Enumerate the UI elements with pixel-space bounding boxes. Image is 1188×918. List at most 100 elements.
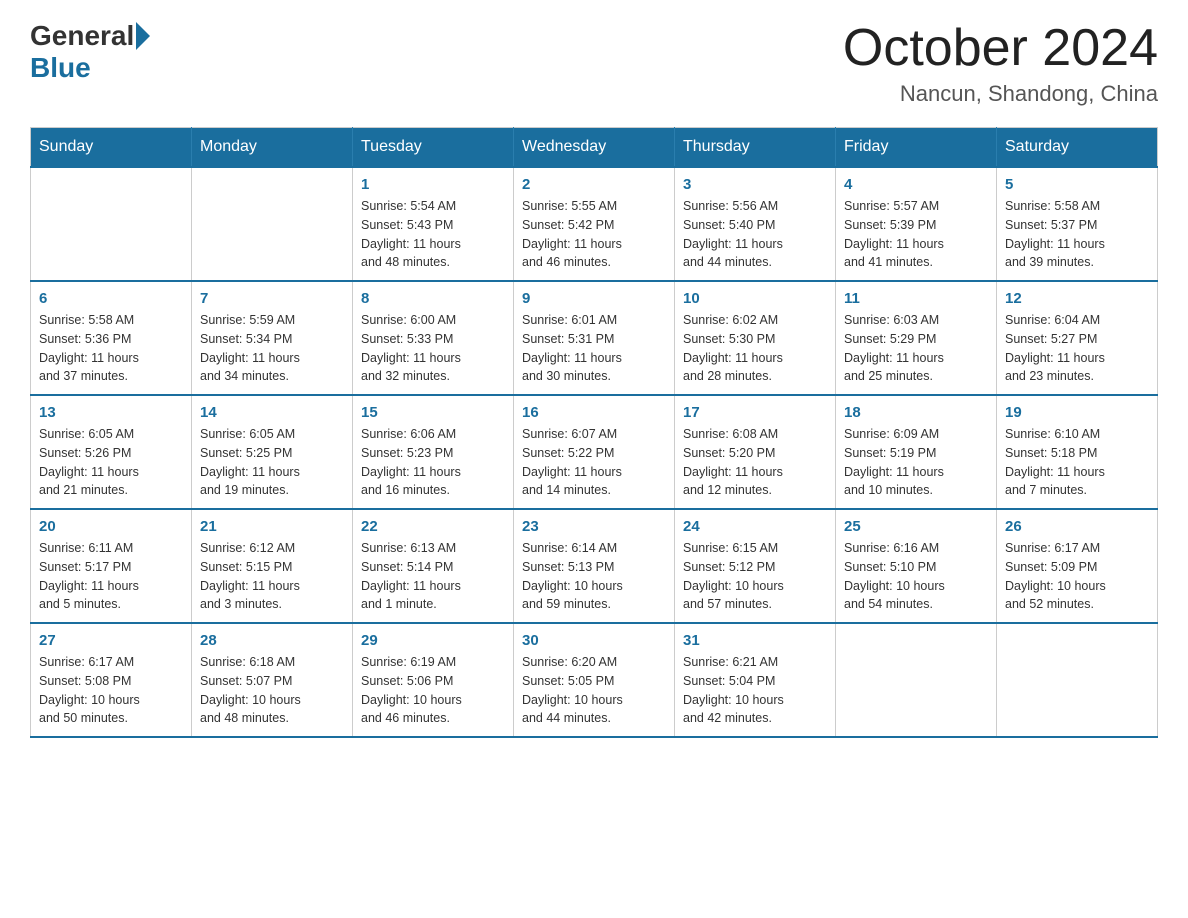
calendar-cell: 19 Sunrise: 6:10 AMSunset: 5:18 PMDayligh… [997,395,1158,509]
calendar-cell: 30 Sunrise: 6:20 AMSunset: 5:05 PMDayligh… [514,623,675,737]
calendar-header-row: SundayMondayTuesdayWednesdayThursdayFrid… [31,128,1158,168]
day-number: 27 [39,632,183,649]
day-number: 14 [200,404,344,421]
day-number: 28 [200,632,344,649]
calendar-cell [997,623,1158,737]
day-number: 6 [39,290,183,307]
calendar-cell [31,167,192,281]
calendar-week-row: 27 Sunrise: 6:17 AMSunset: 5:08 PMDayligh… [31,623,1158,737]
day-number: 12 [1005,290,1149,307]
day-number: 23 [522,518,666,535]
day-info: Sunrise: 6:18 AMSunset: 5:07 PMDaylight:… [200,653,344,728]
logo: General Blue [30,20,152,84]
day-info: Sunrise: 6:05 AMSunset: 5:25 PMDaylight:… [200,425,344,500]
calendar-cell: 13 Sunrise: 6:05 AMSunset: 5:26 PMDayligh… [31,395,192,509]
calendar-cell: 5 Sunrise: 5:58 AMSunset: 5:37 PMDaylight… [997,167,1158,281]
day-number: 13 [39,404,183,421]
day-info: Sunrise: 6:02 AMSunset: 5:30 PMDaylight:… [683,311,827,386]
calendar-cell [192,167,353,281]
day-info: Sunrise: 6:20 AMSunset: 5:05 PMDaylight:… [522,653,666,728]
calendar-cell: 10 Sunrise: 6:02 AMSunset: 5:30 PMDayligh… [675,281,836,395]
calendar-cell: 4Sunrise: 5:57 AMSunset: 5:39 PMDaylight… [836,167,997,281]
day-number: 9 [522,290,666,307]
calendar-cell: 11Sunrise: 6:03 AMSunset: 5:29 PMDayligh… [836,281,997,395]
day-info: Sunrise: 6:09 AMSunset: 5:19 PMDaylight:… [844,425,988,500]
calendar-cell: 3 Sunrise: 5:56 AMSunset: 5:40 PMDaylight… [675,167,836,281]
calendar-week-row: 1 Sunrise: 5:54 AMSunset: 5:43 PMDaylight… [31,167,1158,281]
calendar-cell: 14 Sunrise: 6:05 AMSunset: 5:25 PMDayligh… [192,395,353,509]
day-number: 22 [361,518,505,535]
calendar-cell: 8 Sunrise: 6:00 AMSunset: 5:33 PMDaylight… [353,281,514,395]
day-number: 15 [361,404,505,421]
calendar-cell: 23Sunrise: 6:14 AMSunset: 5:13 PMDayligh… [514,509,675,623]
day-number: 25 [844,518,988,535]
calendar-week-row: 6 Sunrise: 5:58 AMSunset: 5:36 PMDaylight… [31,281,1158,395]
location-title: Nancun, Shandong, China [843,81,1158,107]
day-info: Sunrise: 5:55 AMSunset: 5:42 PMDaylight:… [522,197,666,272]
day-info: Sunrise: 6:12 AMSunset: 5:15 PMDaylight:… [200,539,344,614]
day-number: 26 [1005,518,1149,535]
day-number: 2 [522,176,666,193]
calendar-cell: 15 Sunrise: 6:06 AMSunset: 5:23 PMDayligh… [353,395,514,509]
logo-general-text: General [30,20,134,52]
day-info: Sunrise: 5:58 AMSunset: 5:36 PMDaylight:… [39,311,183,386]
calendar-cell: 27 Sunrise: 6:17 AMSunset: 5:08 PMDayligh… [31,623,192,737]
day-number: 24 [683,518,827,535]
column-header-monday: Monday [192,128,353,168]
calendar-cell: 7Sunrise: 5:59 AMSunset: 5:34 PMDaylight… [192,281,353,395]
day-info: Sunrise: 6:17 AMSunset: 5:09 PMDaylight:… [1005,539,1149,614]
day-info: Sunrise: 6:00 AMSunset: 5:33 PMDaylight:… [361,311,505,386]
calendar-cell: 28 Sunrise: 6:18 AMSunset: 5:07 PMDayligh… [192,623,353,737]
day-number: 29 [361,632,505,649]
day-info: Sunrise: 6:07 AMSunset: 5:22 PMDaylight:… [522,425,666,500]
calendar-cell: 1 Sunrise: 5:54 AMSunset: 5:43 PMDaylight… [353,167,514,281]
calendar-cell: 12 Sunrise: 6:04 AMSunset: 5:27 PMDayligh… [997,281,1158,395]
logo-blue-text: Blue [30,52,91,84]
day-number: 10 [683,290,827,307]
month-title: October 2024 [843,20,1158,77]
day-info: Sunrise: 5:59 AMSunset: 5:34 PMDaylight:… [200,311,344,386]
calendar-table: SundayMondayTuesdayWednesdayThursdayFrid… [30,127,1158,738]
day-info: Sunrise: 6:15 AMSunset: 5:12 PMDaylight:… [683,539,827,614]
day-number: 5 [1005,176,1149,193]
day-info: Sunrise: 6:01 AMSunset: 5:31 PMDaylight:… [522,311,666,386]
day-number: 21 [200,518,344,535]
calendar-cell [836,623,997,737]
day-info: Sunrise: 6:04 AMSunset: 5:27 PMDaylight:… [1005,311,1149,386]
day-number: 20 [39,518,183,535]
day-number: 19 [1005,404,1149,421]
calendar-cell: 22Sunrise: 6:13 AMSunset: 5:14 PMDayligh… [353,509,514,623]
day-info: Sunrise: 5:56 AMSunset: 5:40 PMDaylight:… [683,197,827,272]
calendar-cell: 24 Sunrise: 6:15 AMSunset: 5:12 PMDayligh… [675,509,836,623]
day-number: 4 [844,176,988,193]
column-header-wednesday: Wednesday [514,128,675,168]
day-number: 1 [361,176,505,193]
calendar-cell: 29 Sunrise: 6:19 AMSunset: 5:06 PMDayligh… [353,623,514,737]
day-number: 30 [522,632,666,649]
day-number: 8 [361,290,505,307]
title-area: October 2024 Nancun, Shandong, China [843,20,1158,107]
day-info: Sunrise: 6:08 AMSunset: 5:20 PMDaylight:… [683,425,827,500]
day-info: Sunrise: 6:10 AMSunset: 5:18 PMDaylight:… [1005,425,1149,500]
page-header: General Blue October 2024 Nancun, Shando… [30,20,1158,107]
calendar-cell: 17Sunrise: 6:08 AMSunset: 5:20 PMDayligh… [675,395,836,509]
day-info: Sunrise: 6:17 AMSunset: 5:08 PMDaylight:… [39,653,183,728]
calendar-cell: 20Sunrise: 6:11 AMSunset: 5:17 PMDayligh… [31,509,192,623]
calendar-cell: 9 Sunrise: 6:01 AMSunset: 5:31 PMDaylight… [514,281,675,395]
calendar-cell: 21 Sunrise: 6:12 AMSunset: 5:15 PMDayligh… [192,509,353,623]
calendar-week-row: 20Sunrise: 6:11 AMSunset: 5:17 PMDayligh… [31,509,1158,623]
calendar-week-row: 13 Sunrise: 6:05 AMSunset: 5:26 PMDayligh… [31,395,1158,509]
day-info: Sunrise: 5:54 AMSunset: 5:43 PMDaylight:… [361,197,505,272]
column-header-saturday: Saturday [997,128,1158,168]
calendar-cell: 16Sunrise: 6:07 AMSunset: 5:22 PMDayligh… [514,395,675,509]
column-header-sunday: Sunday [31,128,192,168]
logo-arrow-icon [136,22,150,50]
day-info: Sunrise: 6:03 AMSunset: 5:29 PMDaylight:… [844,311,988,386]
day-info: Sunrise: 5:58 AMSunset: 5:37 PMDaylight:… [1005,197,1149,272]
calendar-cell: 26 Sunrise: 6:17 AMSunset: 5:09 PMDayligh… [997,509,1158,623]
day-info: Sunrise: 6:05 AMSunset: 5:26 PMDaylight:… [39,425,183,500]
day-info: Sunrise: 6:19 AMSunset: 5:06 PMDaylight:… [361,653,505,728]
day-info: Sunrise: 6:06 AMSunset: 5:23 PMDaylight:… [361,425,505,500]
calendar-cell: 25Sunrise: 6:16 AMSunset: 5:10 PMDayligh… [836,509,997,623]
day-number: 3 [683,176,827,193]
